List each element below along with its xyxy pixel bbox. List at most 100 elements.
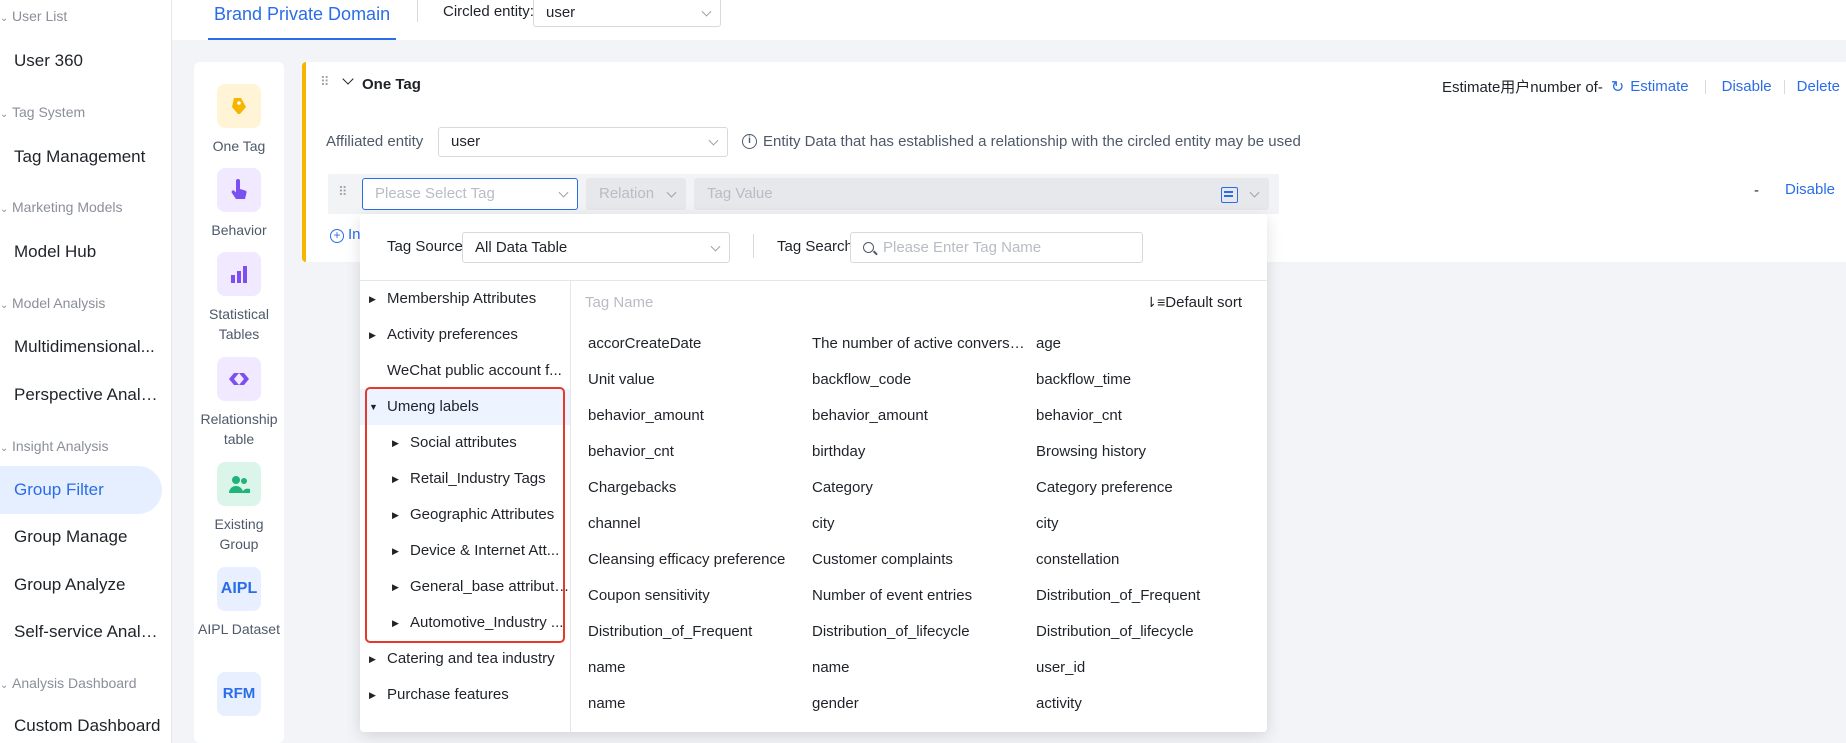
condition-row: ⠿ Please Select Tag Relation Tag Value xyxy=(328,174,1279,214)
tree-item[interactable]: ▶ Geographic Attributes xyxy=(360,497,570,533)
sidebar-item-self-service-analysis[interactable]: Self-service Analy... xyxy=(0,608,162,656)
tag-option[interactable]: Number of event entries xyxy=(812,587,1027,604)
delete-link[interactable]: Delete xyxy=(1797,78,1840,95)
tag-option[interactable]: behavior_cnt xyxy=(588,443,803,460)
expand-triangle-right-icon[interactable]: ▶ xyxy=(369,641,376,677)
sidebar-item-tag-management[interactable]: Tag Management xyxy=(0,133,162,181)
tag-option[interactable]: age xyxy=(1036,335,1251,352)
tree-item[interactable]: ▶ Membership Attributes xyxy=(360,281,570,317)
card-title: One Tag xyxy=(362,76,421,93)
sidebar-item-perspective-analysis[interactable]: Perspective Analy... xyxy=(0,371,162,419)
tag-option[interactable]: Chargebacks xyxy=(588,479,803,496)
tree-item[interactable]: ▼ Umeng labels xyxy=(360,389,570,425)
tag-option[interactable]: Distribution_of_Frequent xyxy=(1036,587,1251,604)
sidebar-item-custom-dashboard[interactable]: Custom Dashboard xyxy=(0,702,162,743)
tag-option[interactable]: Customer complaints xyxy=(812,551,1027,568)
tree-item[interactable]: ▶ General_base attributes xyxy=(360,569,570,605)
tag-option[interactable]: Unit value xyxy=(588,371,803,388)
tag-option[interactable]: Distribution_of_lifecycle xyxy=(812,623,1027,640)
expand-triangle-right-icon[interactable]: ▶ xyxy=(392,569,399,605)
tag-search-input[interactable]: Please Enter Tag Name xyxy=(850,232,1143,263)
drag-handle-icon[interactable]: ⠿ xyxy=(320,75,329,88)
tree-item[interactable]: ▶ Social attributes xyxy=(360,425,570,461)
tag-option[interactable]: behavior_amount xyxy=(812,407,1027,424)
tree-item-label: WeChat public account f... xyxy=(387,362,562,379)
tag-option[interactable]: name xyxy=(588,695,803,712)
tag-option[interactable]: gender xyxy=(812,695,1027,712)
tree-item[interactable]: WeChat public account f... xyxy=(360,353,570,389)
tree-item[interactable]: ▶ Purchase features xyxy=(360,677,570,713)
tag-option[interactable]: name xyxy=(812,659,1027,676)
tree-item[interactable]: ▶ Activity preferences xyxy=(360,317,570,353)
tag-option[interactable]: Browsing history xyxy=(1036,443,1251,460)
sidebar-item-group-manage[interactable]: Group Manage xyxy=(0,513,162,561)
divider xyxy=(753,234,754,258)
tool-rfm[interactable]: RFM xyxy=(194,672,284,724)
tag-option[interactable]: birthday xyxy=(812,443,1027,460)
tag-option[interactable]: city xyxy=(812,515,1027,532)
tag-option[interactable]: Category xyxy=(812,479,1027,496)
tool-aipl-dataset[interactable]: AIPL AIPL Dataset xyxy=(194,567,284,639)
tab-brand-private-domain[interactable]: Brand Private Domain xyxy=(208,0,397,40)
tag-option[interactable]: channel xyxy=(588,515,803,532)
tree-item[interactable]: ▶ Retail_Industry Tags xyxy=(360,461,570,497)
expand-triangle-right-icon[interactable]: ▶ xyxy=(392,461,399,497)
tag-option[interactable]: constellation xyxy=(1036,551,1251,568)
tag-select[interactable]: Please Select Tag xyxy=(362,178,578,210)
tag-option[interactable]: Coupon sensitivity xyxy=(588,587,803,604)
expand-triangle-right-icon[interactable]: ▶ xyxy=(369,317,376,353)
tag-option[interactable]: The number of active conversi… xyxy=(812,335,1027,352)
sidebar-item-model-hub[interactable]: Model Hub xyxy=(0,228,162,276)
sidebar-item-group-filter[interactable]: Group Filter xyxy=(0,466,162,514)
default-sort-button[interactable]: ⇂≡Default sort xyxy=(1145,294,1242,311)
tree-item[interactable]: ▶ Catering and tea industry xyxy=(360,641,570,677)
expand-triangle-right-icon[interactable]: ▶ xyxy=(392,605,399,641)
relation-select[interactable]: Relation xyxy=(586,178,686,210)
tag-option[interactable]: backflow_code xyxy=(812,371,1027,388)
tree-item[interactable]: ▶ Automotive_Industry ... xyxy=(360,605,570,641)
affiliated-entity-select[interactable]: user xyxy=(438,127,728,157)
tag-value-input[interactable]: Tag Value xyxy=(694,178,1269,210)
expand-triangle-right-icon[interactable]: ▶ xyxy=(392,425,399,461)
refresh-icon[interactable]: ↻ xyxy=(1611,77,1624,97)
sidebar-item-multidimensional[interactable]: Multidimensional... xyxy=(0,323,162,371)
tool-existing-group[interactable]: Existing Group xyxy=(194,462,284,554)
tag-option[interactable]: behavior_cnt xyxy=(1036,407,1251,424)
tag-option[interactable]: Distribution_of_Frequent xyxy=(588,623,803,640)
tag-option[interactable]: Cleansing efficacy preference xyxy=(588,551,803,568)
row-disable-link[interactable]: Disable xyxy=(1785,181,1835,198)
tree-item-label: Purchase features xyxy=(387,686,509,703)
tree-item-label: Retail_Industry Tags xyxy=(410,470,546,487)
tag-option[interactable]: city xyxy=(1036,515,1251,532)
group-icon xyxy=(217,462,261,506)
disable-link[interactable]: Disable xyxy=(1722,78,1772,95)
tag-source-select[interactable]: All Data Table xyxy=(462,232,730,263)
sidebar-group-analysis-dashboard: ⌄ Analysis Dashboard xyxy=(0,675,137,691)
tool-behavior[interactable]: Behavior xyxy=(194,168,284,240)
tag-option[interactable]: user_id xyxy=(1036,659,1251,676)
list-select-icon[interactable] xyxy=(1221,187,1238,203)
drag-handle-icon[interactable]: ⠿ xyxy=(338,185,347,198)
tool-one-tag[interactable]: One Tag xyxy=(194,84,284,156)
tool-relationship-table[interactable]: Relationship table xyxy=(194,357,284,449)
tag-option[interactable]: name xyxy=(588,659,803,676)
expand-triangle-right-icon[interactable]: ▶ xyxy=(369,281,376,317)
sidebar-item-group-analyze[interactable]: Group Analyze xyxy=(0,561,162,609)
add-condition-link[interactable]: + In xyxy=(330,226,361,243)
circled-entity-select[interactable]: user xyxy=(533,0,721,27)
tool-statistical-tables[interactable]: Statistical Tables xyxy=(194,252,284,344)
expand-triangle-right-icon[interactable]: ▶ xyxy=(392,497,399,533)
expand-triangle-right-icon[interactable]: ▶ xyxy=(369,677,376,713)
tag-option[interactable]: backflow_time xyxy=(1036,371,1251,388)
expand-triangle-right-icon[interactable]: ▶ xyxy=(392,533,399,569)
tag-option[interactable]: behavior_amount xyxy=(588,407,803,424)
tree-item[interactable]: ▶ Device & Internet Att... xyxy=(360,533,570,569)
tag-option[interactable]: Distribution_of_lifecycle xyxy=(1036,623,1251,640)
tag-option[interactable]: accorCreateDate xyxy=(588,335,803,352)
estimate-link[interactable]: Estimate xyxy=(1630,78,1688,95)
tag-option[interactable]: Category preference xyxy=(1036,479,1251,496)
chevron-down-icon[interactable] xyxy=(342,73,354,85)
sidebar-item-user-360[interactable]: User 360 xyxy=(0,37,162,85)
expand-triangle-down-icon[interactable]: ▼ xyxy=(369,389,378,425)
tag-option[interactable]: activity xyxy=(1036,695,1251,712)
